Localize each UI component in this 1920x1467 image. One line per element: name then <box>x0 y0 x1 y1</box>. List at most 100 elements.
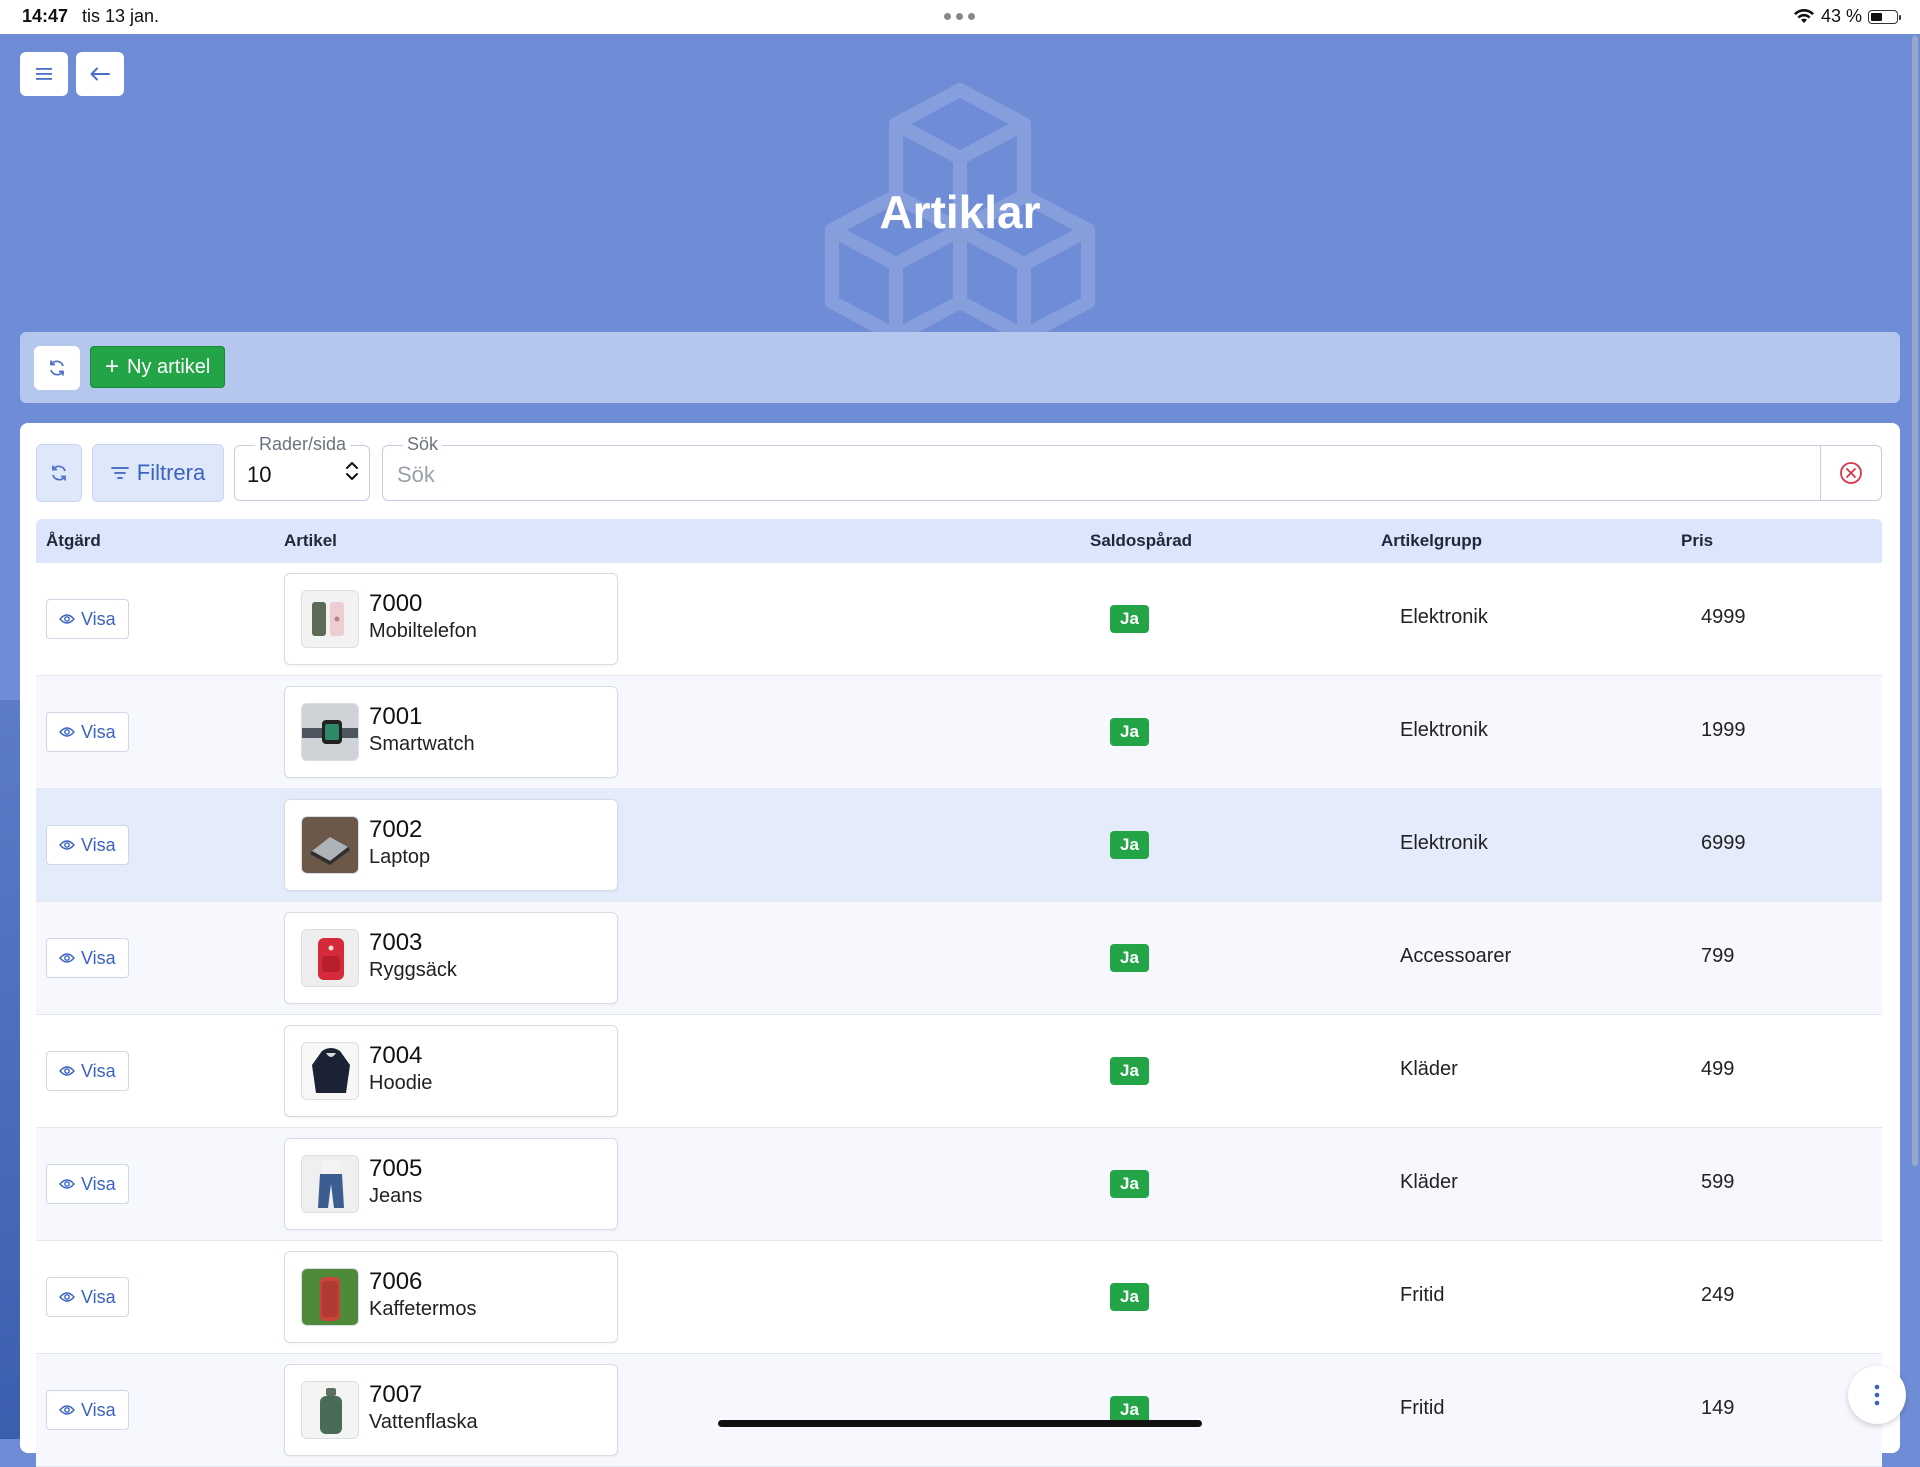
article-group: Kläder <box>1400 1171 1458 1193</box>
filter-button[interactable]: Filtrera <box>92 444 224 502</box>
new-article-label: Ny artikel <box>127 355 211 378</box>
table-row: Visa 7005 Jeans Ja Kläder 599 <box>36 1128 1882 1241</box>
article-name: Hoodie <box>369 1072 433 1094</box>
view-label: Visa <box>81 1173 116 1194</box>
view-button[interactable]: Visa <box>46 1051 129 1091</box>
tracked-badge: Ja <box>1110 944 1149 972</box>
table-refresh-button[interactable] <box>36 444 82 502</box>
article-thumbnail <box>301 590 359 648</box>
article-card[interactable]: 7000 Mobiltelefon <box>284 573 618 665</box>
multitasking-dots-icon[interactable] <box>944 13 975 20</box>
eye-icon <box>59 1179 75 1189</box>
col-tracked[interactable]: Saldospårad <box>1090 531 1192 551</box>
article-card[interactable]: 7007 Vattenflaska <box>284 1364 618 1456</box>
new-article-button[interactable]: + Ny artikel <box>90 346 226 388</box>
article-name: Mobiltelefon <box>369 620 477 642</box>
table-row: Visa 7001 Smartwatch Ja Elektronik 1999 <box>36 676 1882 789</box>
rows-per-page-select[interactable]: Rader/sida 10 <box>234 434 370 501</box>
view-button[interactable]: Visa <box>46 1390 129 1430</box>
article-number: 7004 <box>369 1042 423 1069</box>
view-label: Visa <box>81 1399 116 1420</box>
article-group: Fritid <box>1400 1284 1445 1306</box>
tracked-badge: Ja <box>1110 831 1149 859</box>
home-indicator[interactable] <box>718 1420 1202 1427</box>
plus-icon: + <box>105 353 120 380</box>
chevron-up-down-icon <box>346 462 358 480</box>
eye-icon <box>59 727 75 737</box>
table-row: Visa 7003 Ryggsäck Ja Accessoarer 799 <box>36 902 1882 1015</box>
article-name: Laptop <box>369 846 431 868</box>
col-article[interactable]: Artikel <box>284 531 337 551</box>
search-input[interactable]: Sök <box>397 462 435 488</box>
view-button[interactable]: Visa <box>46 599 129 639</box>
view-label: Visa <box>81 721 116 742</box>
col-group[interactable]: Artikelgrupp <box>1381 531 1482 551</box>
refresh-button[interactable] <box>34 346 80 390</box>
article-group: Kläder <box>1400 1058 1458 1080</box>
search-label: Sök <box>403 434 443 455</box>
article-name: Kaffetermos <box>369 1298 477 1320</box>
table-row: Visa 7002 Laptop Ja Elektronik 6999 <box>36 789 1882 902</box>
view-button[interactable]: Visa <box>46 1277 129 1317</box>
article-thumbnail <box>301 703 359 761</box>
view-button[interactable]: Visa <box>46 712 129 752</box>
article-price: 799 <box>1701 945 1735 967</box>
article-card[interactable]: 7004 Hoodie <box>284 1025 618 1117</box>
table-row: Visa 7000 Mobiltelefon Ja Elektronik 4999 <box>36 563 1882 676</box>
article-number: 7001 <box>369 703 423 730</box>
more-options-button[interactable] <box>1848 1366 1906 1424</box>
article-card[interactable]: 7003 Ryggsäck <box>284 912 618 1004</box>
article-name: Ryggsäck <box>369 959 457 981</box>
view-button[interactable]: Visa <box>46 938 129 978</box>
article-price: 599 <box>1701 1171 1735 1193</box>
eye-icon <box>59 840 75 850</box>
article-price: 149 <box>1701 1397 1735 1419</box>
battery-percent: 43 % <box>1820 6 1862 26</box>
eye-icon <box>59 1405 75 1415</box>
arrow-left-icon <box>90 67 110 81</box>
article-number: 7007 <box>369 1381 423 1408</box>
table-header: Åtgärd Artikel Saldospårad Artikelgrupp … <box>36 519 1882 563</box>
eye-icon <box>59 1292 75 1302</box>
article-price: 1999 <box>1701 719 1746 741</box>
article-card[interactable]: 7001 Smartwatch <box>284 686 618 778</box>
filter-label: Filtrera <box>136 460 206 485</box>
refresh-icon <box>52 465 66 481</box>
article-group: Fritid <box>1400 1397 1445 1419</box>
article-thumbnail <box>301 1042 359 1100</box>
hamburger-icon <box>36 68 52 80</box>
article-number: 7002 <box>369 816 423 843</box>
article-card[interactable]: 7002 Laptop <box>284 799 618 891</box>
eye-icon <box>59 614 75 624</box>
menu-button[interactable] <box>20 52 68 96</box>
filter-icon <box>110 467 129 479</box>
back-button[interactable] <box>76 52 124 96</box>
view-label: Visa <box>81 1060 116 1081</box>
close-circle-icon <box>1840 462 1862 484</box>
tracked-badge: Ja <box>1110 1170 1149 1198</box>
article-card[interactable]: 7006 Kaffetermos <box>284 1251 618 1343</box>
article-number: 7006 <box>369 1268 423 1295</box>
article-number: 7003 <box>369 929 423 956</box>
page-title: Artiklar <box>879 186 1041 238</box>
article-name: Smartwatch <box>369 733 475 755</box>
view-button[interactable]: Visa <box>46 1164 129 1204</box>
article-thumbnail <box>301 816 359 874</box>
table-row: Visa 7004 Hoodie Ja Kläder 499 <box>36 1015 1882 1128</box>
table-row: Visa 7007 Vattenflaska Ja Fritid 149 <box>36 1354 1882 1467</box>
tracked-badge: Ja <box>1110 605 1149 633</box>
view-label: Visa <box>81 947 116 968</box>
tracked-badge: Ja <box>1110 1283 1149 1311</box>
col-price[interactable]: Pris <box>1681 531 1713 551</box>
article-card[interactable]: 7005 Jeans <box>284 1138 618 1230</box>
view-label: Visa <box>81 1286 116 1307</box>
article-price: 4999 <box>1701 606 1746 628</box>
search-field[interactable]: Sök Sök <box>382 434 1882 501</box>
view-button[interactable]: Visa <box>46 825 129 865</box>
article-price: 249 <box>1701 1284 1735 1306</box>
action-bar: + Ny artikel <box>20 332 1900 403</box>
clear-search-button[interactable] <box>1820 446 1881 500</box>
eye-icon <box>59 1066 75 1076</box>
rows-per-page-label: Rader/sida <box>255 434 351 455</box>
col-action[interactable]: Åtgärd <box>46 531 101 551</box>
